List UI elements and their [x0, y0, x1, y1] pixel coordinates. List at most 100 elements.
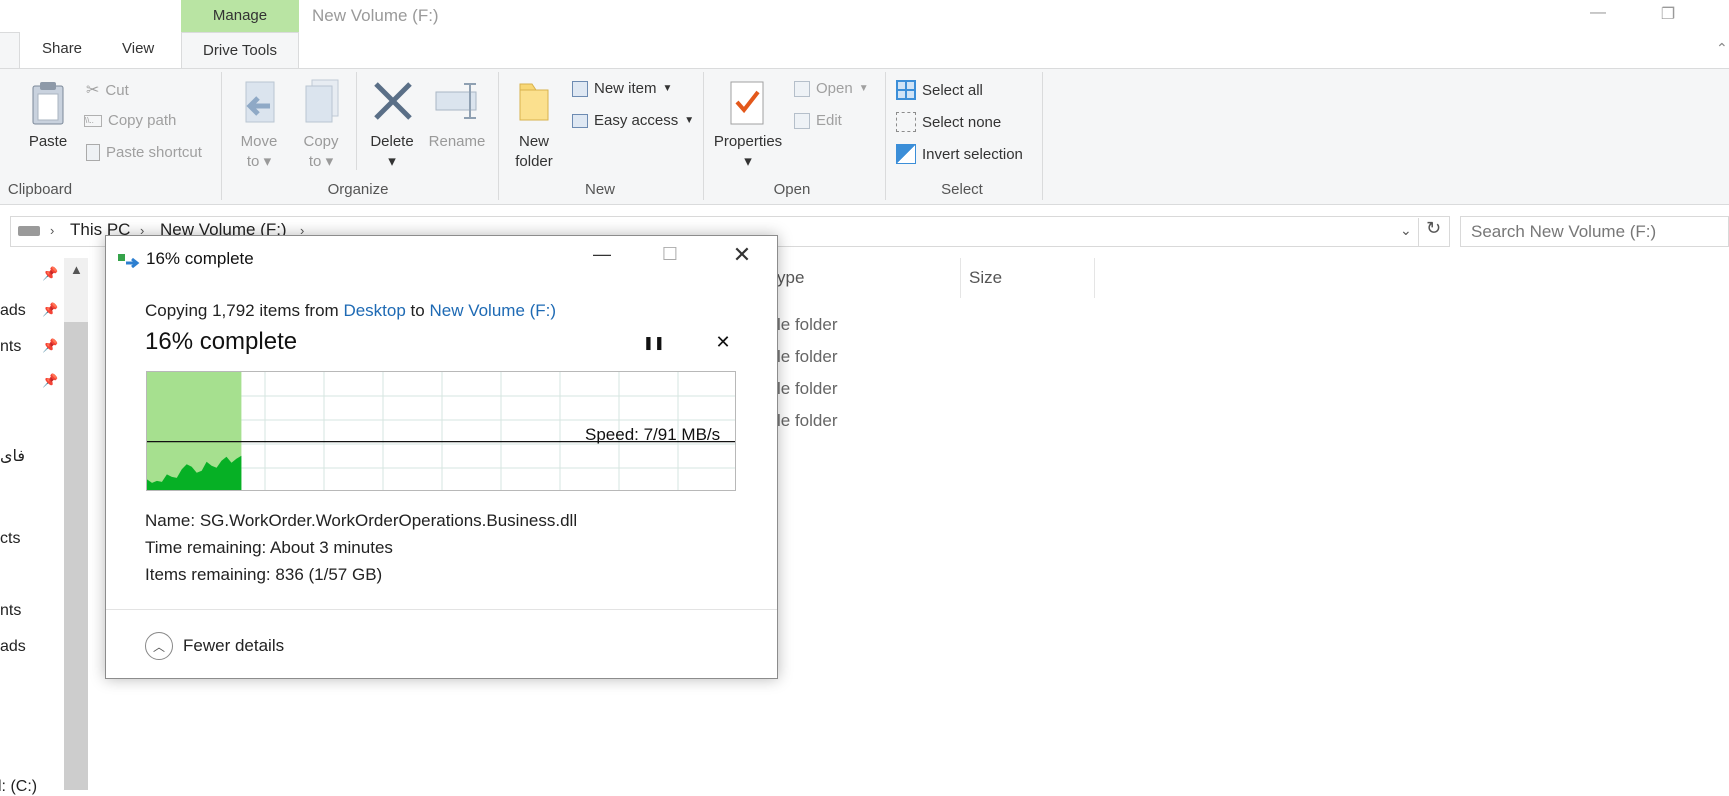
chevron-right-icon[interactable]: ›: [50, 223, 54, 238]
clipboard-group-label: Clipboard: [7, 181, 73, 198]
pin-icon[interactable]: 📌: [42, 266, 58, 282]
paste-label: Paste: [28, 133, 68, 150]
cut-button[interactable]: ✂ Cut: [86, 80, 129, 100]
file-type-cell[interactable]: le folder: [777, 315, 837, 335]
column-header-size[interactable]: Size: [969, 268, 1002, 288]
nav-item[interactable]: l: (C:): [0, 778, 37, 796]
nav-item[interactable]: nts: [0, 602, 21, 620]
address-dropdown-icon[interactable]: ⌄: [1400, 222, 1412, 239]
file-type-cell[interactable]: le folder: [777, 379, 837, 399]
pin-icon[interactable]: 📌: [42, 302, 58, 318]
pin-icon[interactable]: 📌: [42, 338, 58, 354]
ribbon-collapse-icon[interactable]: ⌃: [1716, 40, 1728, 57]
new-item-button[interactable]: New item ▼: [572, 80, 672, 97]
open-label: Open: [816, 80, 853, 97]
copy-to-label: Copy to ▾: [303, 133, 339, 170]
edit-button[interactable]: Edit: [794, 112, 842, 129]
open-button[interactable]: Open ▼: [794, 80, 869, 97]
group-divider: [703, 72, 704, 200]
time-remaining-row: Time remaining: About 3 minutes: [145, 538, 393, 558]
tab-drive-tools[interactable]: Drive Tools: [181, 32, 299, 68]
select-all-button[interactable]: Select all: [896, 80, 983, 100]
paste-icon: [32, 82, 64, 125]
items-remaining-row: Items remaining: 836 (1/57 GB): [145, 565, 382, 585]
select-none-label: Select none: [922, 113, 1002, 131]
new-item-label: New item: [594, 80, 657, 97]
invert-selection-label: Invert selection: [922, 145, 1023, 163]
search-input[interactable]: Search New Volume (F:): [1460, 216, 1729, 247]
copy-to-icon: [305, 79, 339, 123]
select-none-icon: [896, 112, 916, 132]
paste-shortcut-button[interactable]: Paste shortcut: [86, 144, 202, 161]
file-type-cell[interactable]: le folder: [777, 411, 837, 431]
nav-item[interactable]: ads: [0, 302, 26, 320]
delete-button[interactable]: [372, 80, 414, 127]
minimize-icon[interactable]: —: [1578, 4, 1618, 22]
easy-access-icon: [572, 113, 588, 128]
new-folder-button[interactable]: [516, 80, 552, 129]
properties-button[interactable]: [728, 80, 766, 131]
new-group-label: New: [584, 181, 615, 198]
move-to-label: Move to ▾: [240, 133, 278, 170]
tab-home[interactable]: [0, 32, 20, 68]
paste-button[interactable]: [30, 80, 66, 131]
scissors-icon: ✂: [86, 82, 100, 99]
cancel-copy-icon[interactable]: ✕: [713, 332, 733, 353]
folder-icon: [519, 83, 549, 121]
new-item-icon: [572, 80, 588, 97]
group-divider: [221, 72, 222, 200]
edit-icon: [794, 112, 810, 129]
items-remaining-value: 836 (1/57 GB): [275, 565, 383, 584]
file-type-cell[interactable]: le folder: [777, 347, 837, 367]
organize-group-label: Organize: [327, 181, 389, 198]
rename-icon: [435, 83, 477, 119]
rename-button[interactable]: [434, 80, 482, 127]
easy-access-button[interactable]: Easy access ▼: [572, 112, 694, 129]
select-all-label: Select all: [922, 81, 983, 99]
scroll-up-icon[interactable]: ▲: [70, 262, 83, 277]
refresh-icon[interactable]: ↻: [1418, 218, 1448, 246]
paste-shortcut-icon: [86, 144, 100, 161]
group-divider: [885, 72, 886, 200]
group-divider: [498, 72, 499, 200]
column-divider[interactable]: [1094, 258, 1095, 298]
open-group-label: Open: [773, 181, 811, 198]
nav-scrollbar-thumb[interactable]: [64, 322, 88, 790]
dialog-minimize-icon[interactable]: —: [584, 244, 620, 265]
nav-item[interactable]: cts: [0, 530, 20, 548]
manage-tab[interactable]: Manage: [181, 0, 299, 32]
nav-item[interactable]: ads: [0, 638, 26, 656]
new-folder-label: New folder: [515, 133, 553, 170]
column-header-type[interactable]: ype: [777, 268, 804, 288]
copy-path-label: Copy path: [108, 112, 177, 129]
pause-icon[interactable]: ❚❚: [643, 335, 665, 351]
pin-icon[interactable]: 📌: [42, 373, 58, 389]
tab-view[interactable]: View: [122, 40, 154, 57]
dropdown-arrow-icon: ▼: [858, 83, 869, 94]
group-divider: [1042, 72, 1043, 200]
restore-icon[interactable]: ❐: [1648, 4, 1688, 24]
copy-to-button[interactable]: [302, 78, 344, 131]
nav-item[interactable]: nts: [0, 338, 21, 356]
divider: [356, 72, 357, 170]
edit-label: Edit: [816, 112, 842, 129]
copy-path-button[interactable]: \\.. Copy path: [84, 112, 176, 129]
time-remaining-label: Time remaining:: [145, 538, 267, 557]
chevron-up-icon: ︿: [145, 632, 173, 660]
copying-text: Copying 1,792 items from: [145, 301, 339, 320]
delete-label: Delete ▾: [370, 133, 414, 170]
tab-share[interactable]: Share: [42, 40, 82, 57]
destination-link[interactable]: New Volume (F:): [429, 301, 556, 320]
nav-item[interactable]: فای: [0, 446, 25, 466]
column-divider[interactable]: [960, 258, 961, 298]
invert-selection-button[interactable]: Invert selection: [896, 144, 1023, 164]
fewer-details-button[interactable]: ︿ Fewer details: [145, 632, 284, 660]
move-to-button[interactable]: [240, 80, 282, 131]
select-none-button[interactable]: Select none: [896, 112, 1001, 132]
source-link[interactable]: Desktop: [343, 301, 405, 320]
select-all-icon: [896, 80, 916, 100]
rename-label: Rename: [428, 133, 486, 150]
dialog-close-icon[interactable]: ✕: [724, 242, 760, 268]
time-remaining-value: About 3 minutes: [270, 538, 393, 557]
cut-label: Cut: [105, 81, 129, 99]
